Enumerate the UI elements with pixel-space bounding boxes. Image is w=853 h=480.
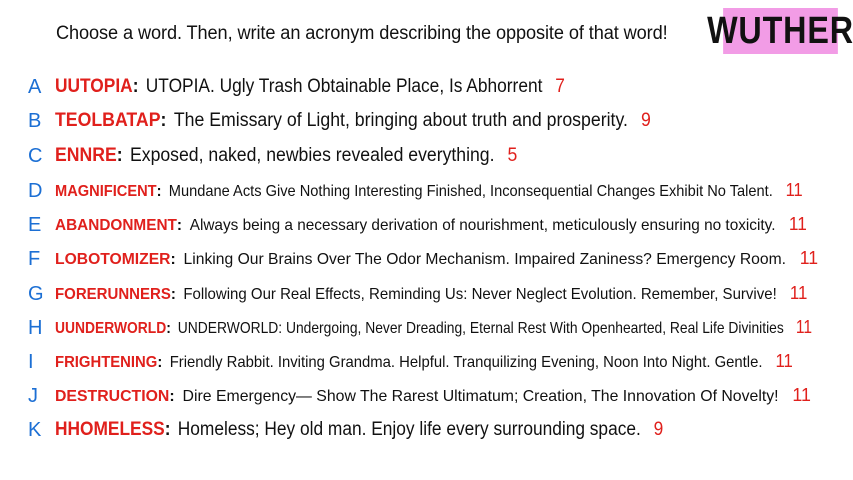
entry-line: ENNRE: Exposed, naked, newbies revealed e… [55, 145, 518, 166]
entry-letter: H [28, 317, 43, 339]
entry-line: MAGNIFICENT: Mundane Acts Give Nothing In… [55, 180, 803, 200]
entry-line: UUNDERWORLD: UNDERWORLD: Undergoing, Neve… [55, 317, 813, 337]
entry-line: FORERUNNERS: Following Our Real Effects, … [55, 283, 808, 303]
entry-word: TEOLBATAP [55, 110, 161, 131]
entry-score: 11 [799, 248, 819, 268]
entry-letter: B [28, 110, 42, 132]
entry-word: FRIGHTENING [55, 354, 158, 371]
entry-letter: E [28, 214, 42, 236]
entry-acronym: Always being a necessary derivation of n… [189, 217, 776, 234]
entry-score: 11 [775, 351, 793, 371]
entry-acronym: Mundane Acts Give Nothing Interesting Fi… [168, 183, 773, 200]
entry-word: UUTOPIA [55, 76, 133, 97]
entry-letter: G [28, 283, 44, 305]
entry-word: FORERUNNERS [55, 286, 171, 303]
entry-letter: J [28, 385, 38, 407]
prompt-text: Choose a word. Then, write an acronym de… [56, 23, 668, 44]
entry-acronym: Following Our Real Effects, Reminding Us… [183, 286, 777, 303]
entry-word: LOBOTOMIZER [55, 251, 171, 268]
entry-letter: F [28, 248, 41, 270]
entry-line: FRIGHTENING: Friendly Rabbit. Inviting Gr… [55, 351, 793, 371]
entry-word: ENNRE [55, 145, 117, 166]
entry-word: UUNDERWORLD [55, 320, 167, 337]
entry-word: DESTRUCTION [55, 388, 170, 405]
entry-score: 11 [785, 180, 803, 200]
wuther-badge: WUTHER [707, 8, 853, 54]
entry-line: ABANDONMENT: Always being a necessary der… [55, 214, 807, 234]
entry-score: 11 [792, 385, 811, 405]
entry-acronym: Linking Our Brains Over The Odor Mechani… [183, 251, 786, 268]
entry-line: LOBOTOMIZER: Linking Our Brains Over The … [55, 248, 819, 268]
entry-letter: C [28, 145, 43, 167]
entry-score: 11 [788, 214, 807, 234]
entry-acronym: Homeless; Hey old man. Enjoy life every … [177, 419, 641, 440]
entry-acronym: UTOPIA. Ugly Trash Obtainable Place, Is … [145, 76, 543, 97]
entry-letter: I [28, 351, 34, 373]
entry-score: 5 [507, 145, 518, 166]
entry-score: 9 [640, 110, 651, 131]
entry-letter: K [28, 419, 42, 441]
entry-line: UUTOPIA: UTOPIA. Ugly Trash Obtainable Pl… [55, 76, 565, 97]
entry-word: MAGNIFICENT [55, 183, 157, 200]
entry-letter: D [28, 180, 43, 202]
entry-acronym: Dire Emergency— Show The Rarest Ultimatu… [182, 388, 779, 405]
entry-score: 7 [555, 76, 565, 97]
entry-line: HHOMELESS: Homeless; Hey old man. Enjoy l… [55, 419, 664, 440]
entry-acronym: UNDERWORLD: Undergoing, Never Dreading, … [177, 320, 784, 337]
entry-letter: A [28, 76, 42, 98]
slide: Choose a word. Then, write an acronym de… [0, 0, 853, 480]
entry-line: TEOLBATAP: The Emissary of Light, bringin… [55, 110, 651, 131]
entry-acronym: Friendly Rabbit. Inviting Grandma. Helpf… [169, 354, 763, 371]
entry-acronym: Exposed, naked, newbies revealed everyth… [129, 145, 495, 166]
entry-score: 11 [789, 283, 808, 303]
entry-line: DESTRUCTION: Dire Emergency— Show The Rar… [55, 385, 811, 405]
entry-score: 11 [795, 317, 813, 337]
entry-acronym: The Emissary of Light, bringing about tr… [173, 110, 628, 131]
entry-score: 9 [653, 419, 664, 440]
entry-word: HHOMELESS [55, 419, 165, 440]
entry-word: ABANDONMENT [55, 217, 177, 234]
